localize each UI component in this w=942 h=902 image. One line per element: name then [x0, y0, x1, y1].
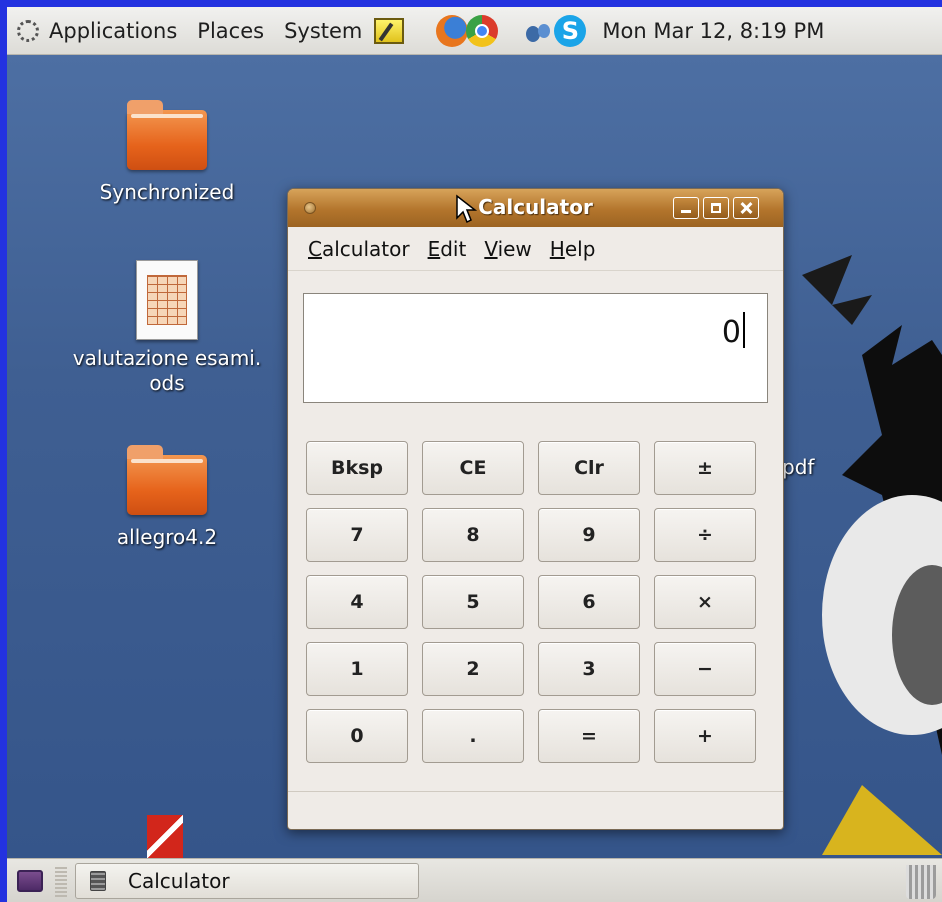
menu-label: alculator: [321, 236, 410, 261]
key-change-sign[interactable]: ±: [654, 441, 756, 495]
top-panel: Applications Places System S Mon Mar 12,…: [7, 7, 942, 55]
statusbar: [288, 791, 783, 829]
desktop-icon-label: Synchronized: [99, 180, 235, 204]
key-0[interactable]: 0: [306, 709, 408, 763]
trash-icon[interactable]: [906, 865, 936, 899]
menu-mnemonic: E: [427, 236, 441, 261]
firefox-launcher-icon[interactable]: [436, 14, 469, 47]
menu-label: dit: [440, 236, 467, 261]
calculator-window: Calculator Calculator Edit View Help 0 B…: [287, 188, 784, 830]
display-value: 0: [721, 315, 741, 350]
menu-mnemonic: V: [484, 236, 498, 261]
menu-places[interactable]: Places: [187, 7, 274, 54]
menu-view[interactable]: View: [474, 237, 539, 261]
taskbar-button-calculator[interactable]: Calculator: [75, 863, 419, 899]
key-8[interactable]: 8: [422, 508, 524, 562]
menu-help[interactable]: Help: [540, 237, 604, 261]
notes-launcher-icon[interactable]: [374, 17, 405, 44]
window-titlebar[interactable]: Calculator: [288, 189, 783, 227]
desktop-icon-label: valutazione esami. ods: [72, 346, 262, 395]
menu-system[interactable]: System: [274, 7, 372, 54]
desktop-icon-pdf[interactable]: [135, 815, 195, 858]
desktop-icon-label: allegro4.2: [116, 525, 218, 549]
minimize-button[interactable]: [673, 197, 699, 219]
menu-calculator[interactable]: Calculator: [298, 237, 418, 261]
clock-text: Mon Mar 12, 8:19 PM: [602, 18, 825, 43]
key-backspace[interactable]: Bksp: [306, 441, 408, 495]
menu-edit[interactable]: Edit: [418, 237, 475, 261]
bottom-panel: Calculator: [7, 858, 942, 902]
key-subtract[interactable]: −: [654, 642, 756, 696]
calculator-icon: [90, 871, 106, 891]
desktop-icon-allegro[interactable]: allegro4.2: [67, 445, 267, 549]
key-3[interactable]: 3: [538, 642, 640, 696]
key-divide[interactable]: ÷: [654, 508, 756, 562]
panel-handle[interactable]: [55, 865, 67, 897]
menu-mnemonic: C: [308, 236, 322, 261]
desktop-icon-valutazione-esami[interactable]: valutazione esami. ods: [57, 260, 277, 396]
pdf-icon: [147, 815, 183, 858]
folder-icon: [127, 100, 207, 170]
show-desktop-icon[interactable]: [17, 870, 43, 892]
system-label: System: [284, 18, 363, 43]
key-6[interactable]: 6: [538, 575, 640, 629]
desktop-icon-synchronized[interactable]: Synchronized: [67, 100, 267, 204]
chrome-launcher-icon[interactable]: [466, 14, 499, 47]
ubuntu-logo-icon: [17, 19, 39, 42]
key-equals[interactable]: =: [538, 709, 640, 763]
key-1[interactable]: 1: [306, 642, 408, 696]
key-clear-entry[interactable]: CE: [422, 441, 524, 495]
folder-icon: [127, 445, 207, 515]
clock[interactable]: Mon Mar 12, 8:19 PM: [598, 7, 828, 54]
text-caret: [743, 312, 745, 348]
menu-applications[interactable]: Applications: [7, 7, 187, 54]
skype-launcher-icon[interactable]: S: [554, 14, 587, 47]
key-5[interactable]: 5: [422, 575, 524, 629]
calculator-display[interactable]: 0: [303, 293, 768, 403]
mouse-pointer-icon: [456, 194, 477, 224]
key-multiply[interactable]: ×: [654, 575, 756, 629]
partial-desktop-label: pdf: [782, 455, 815, 479]
key-2[interactable]: 2: [422, 642, 524, 696]
key-9[interactable]: 9: [538, 508, 640, 562]
key-decimal[interactable]: .: [422, 709, 524, 763]
pidgin-launcher-icon[interactable]: [526, 20, 552, 42]
applications-label: Applications: [49, 18, 178, 43]
places-label: Places: [197, 18, 265, 43]
key-clear[interactable]: Clr: [538, 441, 640, 495]
spreadsheet-icon: [136, 260, 198, 340]
close-button[interactable]: [733, 197, 759, 219]
menu-label: elp: [564, 236, 596, 261]
menu-label: iew: [497, 236, 532, 261]
menubar: Calculator Edit View Help: [288, 227, 783, 271]
key-7[interactable]: 7: [306, 508, 408, 562]
menu-mnemonic: H: [549, 236, 565, 261]
maximize-button[interactable]: [703, 197, 729, 219]
key-add[interactable]: +: [654, 709, 756, 763]
taskbar-button-label: Calculator: [128, 869, 230, 893]
key-4[interactable]: 4: [306, 575, 408, 629]
